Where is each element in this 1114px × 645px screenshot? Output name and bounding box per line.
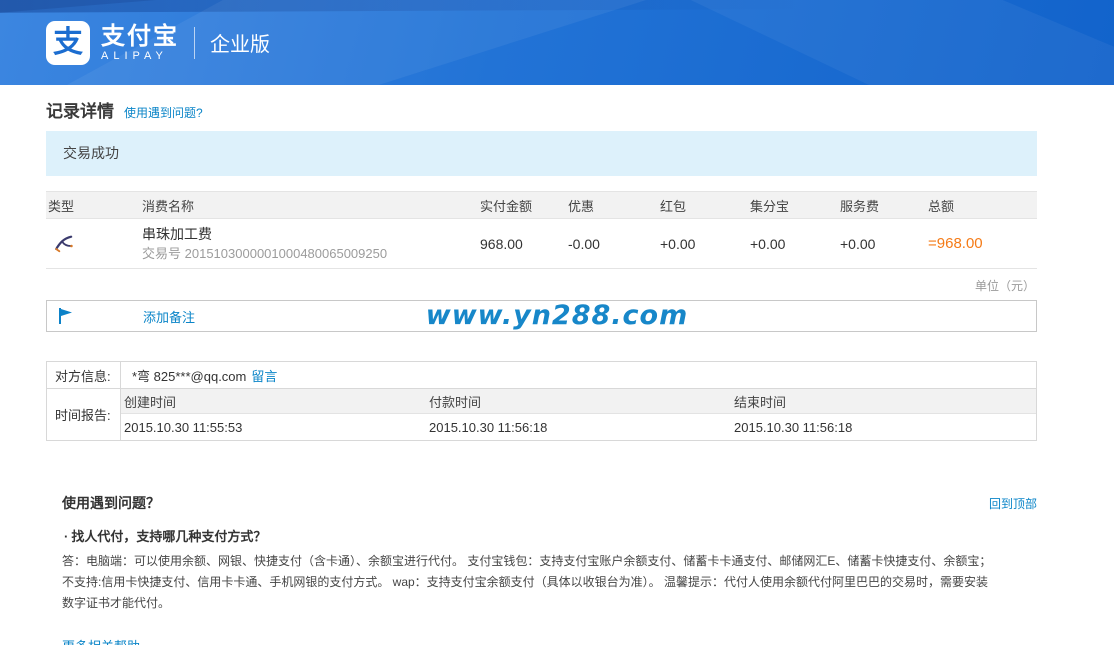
col-header-name: 消费名称 <box>140 196 478 215</box>
faq-section: 使用遇到问题？ 回到顶部 ·找人代付，支持哪几种支付方式？ 答：电脑端：可以使用… <box>62 493 1037 645</box>
time-report-row: 时间报告: 创建时间 付款时间 结束时间 2015.10.30 11:55:53… <box>47 389 1036 440</box>
discount-amount: -0.00 <box>566 236 658 252</box>
col-header-paid: 实付金额 <box>478 196 566 215</box>
party-info-value: *弯 825***@qq.com <box>132 366 246 385</box>
flag-icon <box>58 308 73 324</box>
unit-note: 单位（元） <box>46 277 1037 294</box>
col-header-redpacket: 红包 <box>658 196 748 215</box>
paid-amount: 968.00 <box>478 236 566 252</box>
back-to-top-link[interactable]: 回到顶部 <box>989 495 1037 512</box>
col-header-type: 类型 <box>46 196 140 215</box>
finished-time-value: 2015.10.30 11:56:18 <box>731 420 1036 435</box>
jifenbao-amount: +0.00 <box>748 236 838 252</box>
redpacket-amount: +0.00 <box>658 236 748 252</box>
faq-title: 使用遇到问题？ <box>62 493 160 513</box>
trade-number: 交易号 2015103000001000480065009250 <box>142 245 478 263</box>
paid-time-value: 2015.10.30 11:56:18 <box>426 420 731 435</box>
faq-question: ·找人代付，支持哪几种支付方式？ <box>62 526 1037 545</box>
edition-label: 企业版 <box>210 28 270 57</box>
faq-answer: 答：电脑端：可以使用余额、网银、快捷支付（含卡通）、余额宝进行代付。 支付宝钱包… <box>62 551 1037 614</box>
col-header-total: 总额 <box>926 196 1037 215</box>
finished-time-header: 结束时间 <box>731 392 1036 411</box>
alipay-logo-icon: 支 <box>46 21 90 65</box>
party-info-row: 对方信息: *弯 825***@qq.com 留言 <box>47 362 1036 389</box>
status-banner: 交易成功 <box>46 131 1037 176</box>
brand-text: 支付宝 ALIPAY <box>101 24 179 62</box>
brand-divider <box>194 27 195 59</box>
paid-time-header: 付款时间 <box>426 392 731 411</box>
party-info-label: 对方信息: <box>47 362 121 388</box>
time-table-values: 2015.10.30 11:55:53 2015.10.30 11:56:18 … <box>121 414 1036 440</box>
time-report-label: 时间报告: <box>47 389 121 440</box>
col-header-jifenbao: 集分宝 <box>748 196 838 215</box>
col-header-discount: 优惠 <box>566 196 658 215</box>
col-header-servicefee: 服务费 <box>838 196 926 215</box>
info-table: 对方信息: *弯 825***@qq.com 留言 时间报告: 创建时间 付款时… <box>46 361 1037 441</box>
transaction-table: 类型 消费名称 实付金额 优惠 红包 集分宝 服务费 总额 串珠加工费 交易 <box>46 191 1037 269</box>
help-link[interactable]: 使用遇到问题? <box>124 104 203 121</box>
alipay-logo-char: 支 <box>53 28 83 58</box>
add-note-box: 添加备注 <box>46 300 1037 332</box>
total-amount: =968.00 <box>926 235 1037 252</box>
bullet: · <box>64 529 68 544</box>
more-help-link[interactable]: 更多相关帮助 <box>62 636 140 645</box>
consume-name: 串珠加工费 <box>142 225 478 243</box>
add-note-link[interactable]: 添加备注 <box>143 307 195 326</box>
page-title: 记录详情 <box>46 97 114 122</box>
transaction-table-header: 类型 消费名称 实付金额 优惠 红包 集分宝 服务费 总额 <box>46 191 1037 219</box>
brand-name-cn: 支付宝 <box>101 24 179 50</box>
transaction-type-icon <box>52 234 74 254</box>
message-link[interactable]: 留言 <box>251 366 277 385</box>
table-row: 串珠加工费 交易号 2015103000001000480065009250 9… <box>46 219 1037 269</box>
servicefee-amount: +0.00 <box>838 236 926 252</box>
created-time-header: 创建时间 <box>121 392 426 411</box>
top-banner: 支 支付宝 ALIPAY 企业版 <box>0 0 1114 85</box>
created-time-value: 2015.10.30 11:55:53 <box>121 420 426 435</box>
trade-number-value: 2015103000001000480065009250 <box>185 246 387 261</box>
time-table-header: 创建时间 付款时间 结束时间 <box>121 389 1036 414</box>
faq-question-text: 找人代付，支持哪几种支付方式？ <box>71 529 266 544</box>
trade-number-label: 交易号 <box>142 246 181 261</box>
brand-name-en: ALIPAY <box>101 50 179 62</box>
